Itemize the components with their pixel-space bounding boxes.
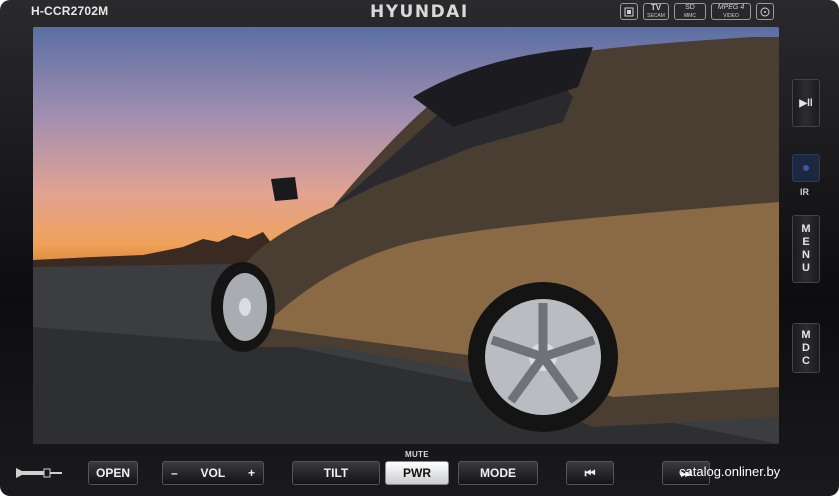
top-bar: H-CCR2702M HYUNDAI TV SECAM SD MMC MPEG …	[0, 0, 839, 26]
power-button[interactable]: PWR	[385, 461, 449, 485]
mute-label: MUTE	[405, 450, 429, 459]
mpeg4-badge-label: MPEG 4	[717, 3, 745, 11]
menu-button[interactable]: MENU	[792, 215, 820, 283]
previous-track-button[interactable]: ⏮	[566, 461, 614, 485]
play-pause-button[interactable]: ▶ll	[792, 79, 820, 127]
tilt-label: TILT	[323, 466, 349, 480]
mpeg4-badge-sub: VIDEO	[723, 12, 739, 19]
ir-sensor	[792, 154, 820, 182]
tv-badge-sub: SECAM	[647, 12, 665, 19]
right-control-panel: ▶ll IR MENU MDC	[782, 27, 832, 444]
tv-icon: TV SECAM	[643, 3, 669, 20]
open-label: OPEN	[95, 466, 130, 480]
ir-sensor-icon	[803, 165, 809, 171]
model-label: H-CCR2702M	[31, 4, 109, 18]
tv-badge-label: TV	[650, 2, 662, 12]
sd-badge-sub: MMC	[684, 12, 696, 19]
display-screen[interactable]	[33, 27, 779, 444]
mpeg4-icon: MPEG 4 VIDEO	[711, 3, 751, 20]
volume-up-button[interactable]: +	[248, 466, 255, 480]
previous-track-icon: ⏮	[584, 465, 596, 480]
media-icon	[620, 3, 638, 20]
open-button[interactable]: OPEN	[88, 461, 138, 485]
disc-icon	[756, 3, 774, 20]
watermark: catalog.onliner.by	[679, 464, 781, 479]
sd-card-icon: SD MMC	[674, 3, 706, 20]
play-pause-icon: ▶ll	[799, 97, 813, 109]
car-wallpaper-image	[33, 37, 779, 444]
aux-jack-icon	[16, 468, 62, 478]
feature-badges: TV SECAM SD MMC MPEG 4 VIDEO	[620, 3, 774, 20]
brand-logo: HYUNDAI	[370, 2, 469, 22]
volume-control: – VOL +	[162, 461, 264, 485]
volume-down-button[interactable]: –	[171, 466, 178, 480]
ir-label: IR	[800, 187, 809, 197]
volume-label: VOL	[200, 466, 226, 480]
mdc-button[interactable]: MDC	[792, 323, 820, 373]
power-label: PWR	[403, 466, 431, 480]
mode-label: MODE	[480, 466, 516, 480]
car-head-unit: H-CCR2702M HYUNDAI TV SECAM SD MMC MPEG …	[0, 0, 839, 496]
tilt-button[interactable]: TILT	[292, 461, 380, 485]
bottom-control-bar: MUTE OPEN – VOL + TILT PWR MODE ⏮ ⏭ cata…	[0, 446, 839, 496]
sd-badge-label: SD	[685, 3, 695, 11]
menu-label: MENU	[800, 223, 812, 275]
mdc-label: MDC	[800, 328, 812, 368]
mode-button[interactable]: MODE	[458, 461, 538, 485]
